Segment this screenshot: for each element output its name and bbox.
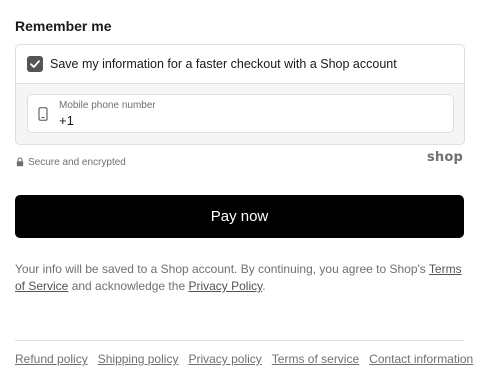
save-info-row[interactable]: Save my information for a faster checkou… [16, 45, 464, 84]
phone-field-label: Mobile phone number [59, 100, 156, 111]
mobile-phone-field[interactable]: Mobile phone number +1 [27, 94, 454, 133]
checkout-page: Remember me Save my information for a fa… [0, 0, 480, 384]
remember-me-title: Remember me [15, 18, 112, 34]
shop-account-info: Your info will be saved to a Shop accoun… [15, 261, 467, 295]
footer-link-privacy-policy[interactable]: Privacy policy [188, 352, 261, 366]
info-suffix: . [262, 279, 266, 293]
footer-links: Refund policy Shipping policy Privacy po… [15, 352, 480, 366]
checkmark-icon [30, 60, 40, 68]
secure-notice: Secure and encrypted [16, 155, 126, 169]
save-info-label: Save my information for a faster checkou… [50, 57, 397, 71]
secure-text: Secure and encrypted [28, 156, 126, 168]
remember-me-box: Save my information for a faster checkou… [15, 44, 465, 145]
footer-link-contact-information[interactable]: Contact information [369, 352, 473, 366]
pay-now-button[interactable]: Pay now [15, 195, 464, 238]
info-middle: and acknowledge the [68, 279, 189, 293]
footer-link-terms-of-service[interactable]: Terms of service [272, 352, 359, 366]
phone-field-value[interactable]: +1 [59, 113, 74, 128]
info-prefix: Your info will be saved to a Shop accoun… [15, 262, 429, 276]
shop-logo: shop [426, 150, 463, 165]
footer-divider [15, 340, 464, 341]
privacy-policy-link[interactable]: Privacy Policy [188, 279, 262, 293]
footer-link-refund-policy[interactable]: Refund policy [15, 352, 88, 366]
save-info-checkbox[interactable] [27, 56, 43, 72]
footer-link-shipping-policy[interactable]: Shipping policy [98, 352, 179, 366]
mobile-phone-icon [38, 107, 48, 121]
lock-icon [16, 157, 24, 167]
